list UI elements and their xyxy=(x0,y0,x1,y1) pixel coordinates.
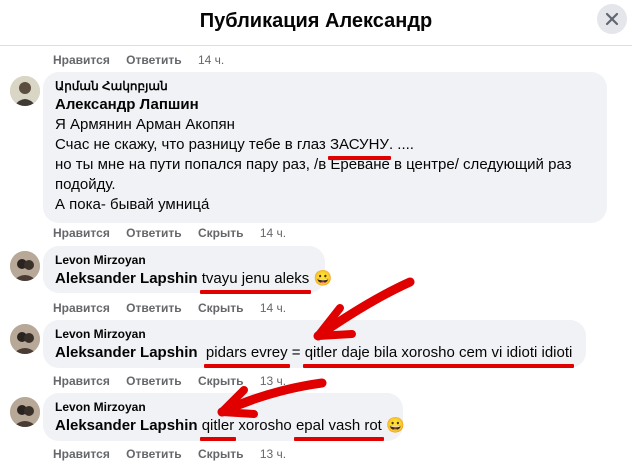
hide-button[interactable]: Скрыть xyxy=(198,447,244,461)
comment-line: Счас не скажу, что разницу тебе в глаз З… xyxy=(55,136,414,160)
avatar-photo xyxy=(10,76,40,106)
reply-button[interactable]: Ответить xyxy=(126,226,181,240)
avatar[interactable] xyxy=(10,76,40,106)
comment-author[interactable]: Արման Հակոբյան xyxy=(55,78,595,95)
reply-button[interactable]: Ответить xyxy=(126,374,181,388)
underlined-word: qitler daje bila xorosho cem vi idioti i… xyxy=(302,344,574,368)
comment-line: А пока- бывай умница́ xyxy=(55,196,210,213)
hide-button[interactable]: Скрыть xyxy=(198,374,244,388)
mention-link[interactable]: Aleksander Lapshin xyxy=(55,417,198,434)
close-icon xyxy=(605,12,619,26)
like-button[interactable]: Нравится xyxy=(53,53,110,67)
like-button[interactable]: Нравится xyxy=(53,374,110,388)
avatar[interactable] xyxy=(10,324,40,354)
comment-actions: Нравится Ответить 14 ч. xyxy=(53,53,237,67)
timestamp[interactable]: 14 ч. xyxy=(260,301,286,315)
underlined-phrase: tvayu jenu aleks xyxy=(199,270,311,294)
timestamp[interactable]: 14 ч. xyxy=(260,226,286,240)
close-button[interactable] xyxy=(597,4,627,34)
avatar-photo xyxy=(10,324,40,354)
page-title: Публикация Александр xyxy=(199,10,433,32)
like-button[interactable]: Нравится xyxy=(53,226,110,240)
comment-bubble: Levon Mirzoyan Aleksander Lapshin pidars… xyxy=(43,320,586,368)
underlined-word: qitler xyxy=(199,417,236,441)
timestamp[interactable]: 13 ч. xyxy=(260,374,286,388)
emoji-grin: 😀 xyxy=(386,417,405,434)
dialog-header: Публикация Александр xyxy=(0,0,632,46)
timestamp[interactable]: 14 ч. xyxy=(198,53,224,67)
like-button[interactable]: Нравится xyxy=(53,301,110,315)
avatar-photo xyxy=(10,397,40,427)
reply-button[interactable]: Ответить xyxy=(126,53,181,67)
reply-button[interactable]: Ответить xyxy=(126,301,181,315)
comment-bubble: Արման Հակոբյան Александр Лапшин Я Армяни… xyxy=(43,72,607,223)
comment-actions: Нравится Ответить Скрыть 13 ч. xyxy=(53,447,299,461)
hide-button[interactable]: Скрыть xyxy=(198,226,244,240)
like-button[interactable]: Нравится xyxy=(53,447,110,461)
emoji-grin: 😀 xyxy=(313,270,333,287)
comment-author[interactable]: Levon Mirzoyan xyxy=(55,252,313,269)
mention-link[interactable]: Aleksander Lapshin xyxy=(55,270,198,287)
timestamp[interactable]: 13 ч. xyxy=(260,447,286,461)
underlined-phrase: pidars evrey xyxy=(203,344,290,368)
comment-line: но ты мне на пути попался пару раз, /в Е… xyxy=(55,156,572,173)
comment-author[interactable]: Levon Mirzoyan xyxy=(55,399,391,416)
hide-button[interactable]: Скрыть xyxy=(198,301,244,315)
underlined-word: ЗАСУНУ xyxy=(327,136,391,160)
comment-bubble: Levon Mirzoyan Aleksander Lapshin tvayu … xyxy=(43,246,332,294)
mention-link[interactable]: Aleksander Lapshin xyxy=(55,344,198,361)
comment-actions: Нравится Ответить Скрыть 14 ч. xyxy=(53,226,299,240)
comment-bubble: Levon Mirzoyan Aleksander Lapshin qitler… xyxy=(43,393,405,441)
reply-button[interactable]: Ответить xyxy=(126,447,181,461)
comment-author[interactable]: Levon Mirzoyan xyxy=(55,326,574,343)
comment-actions: Нравится Ответить Скрыть 13 ч. xyxy=(53,374,299,388)
mention-link[interactable]: Александр Лапшин xyxy=(55,95,595,115)
underlined-phrase: epal vash rot xyxy=(293,417,384,441)
avatar[interactable] xyxy=(10,397,40,427)
comment-line: подойду. xyxy=(55,176,116,193)
comment-line: Я Армянин Арман Акопян xyxy=(55,116,235,133)
avatar-photo xyxy=(10,251,40,281)
comment-actions: Нравится Ответить Скрыть 14 ч. xyxy=(53,301,299,315)
avatar[interactable] xyxy=(10,251,40,281)
